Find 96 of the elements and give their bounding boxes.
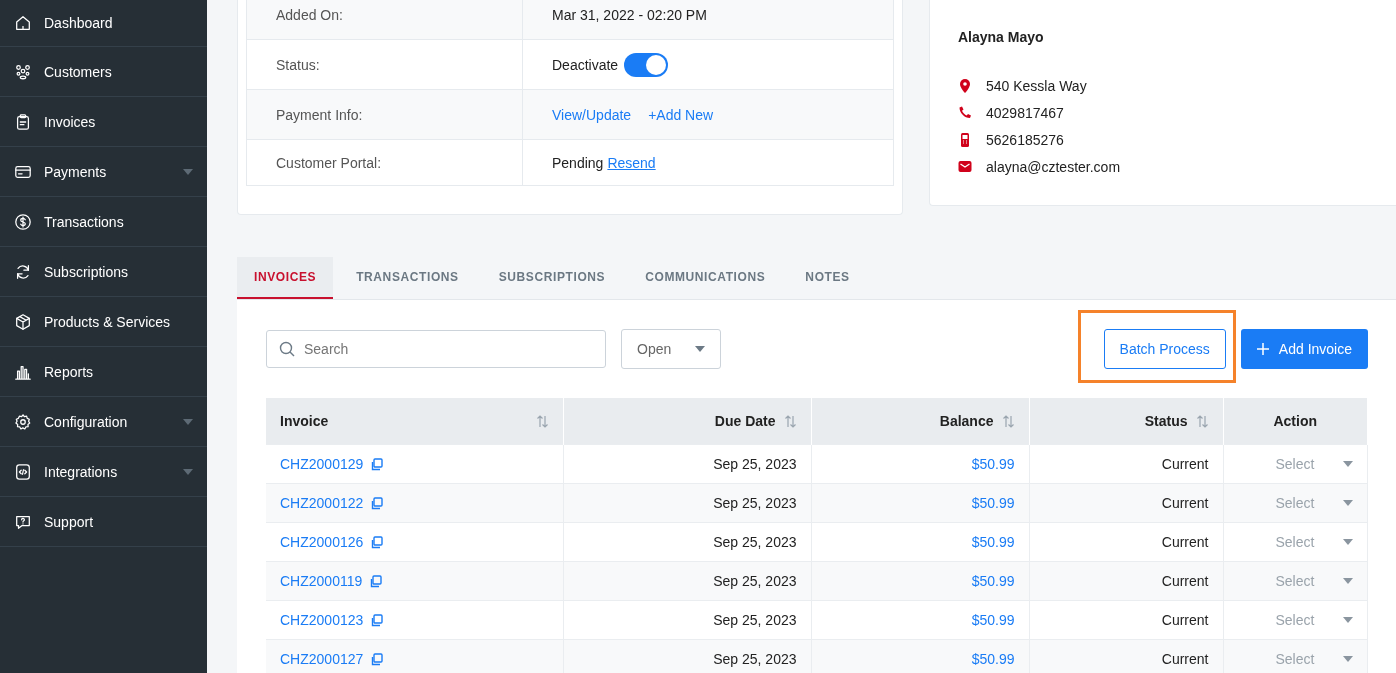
detail-label: Added On: (247, 0, 523, 39)
copy-icon[interactable] (370, 535, 384, 549)
tab[interactable]: INVOICES (237, 257, 334, 299)
sort-icon[interactable] (1001, 414, 1015, 428)
status-toggle[interactable] (624, 52, 669, 77)
gear-icon (14, 412, 32, 431)
caret-icon (1343, 617, 1353, 623)
home-icon (14, 14, 32, 32)
batch-process-button[interactable]: Batch Process (1103, 329, 1226, 369)
copy-icon[interactable] (369, 574, 383, 588)
due-date: Sep 25, 2023 (713, 612, 797, 628)
status-text: Current (1161, 495, 1209, 511)
add-invoice-button[interactable]: Add Invoice (1240, 329, 1368, 369)
sort-icon[interactable] (1195, 414, 1209, 428)
balance-amount: $50.99 (971, 534, 1015, 550)
search-field[interactable]: Search (266, 330, 606, 368)
sidebar-item[interactable]: Configuration (0, 397, 207, 447)
status-text: Current (1161, 612, 1209, 628)
column-label: Invoice (280, 413, 329, 429)
sidebar-item[interactable]: Subscriptions (0, 247, 207, 297)
detail-label: Status: (247, 40, 523, 89)
balance-amount: $50.99 (971, 612, 1015, 628)
detail-label: Customer Portal: (247, 140, 523, 185)
contact-detail: 4029817467 (986, 104, 1064, 121)
caret-icon (1343, 656, 1353, 662)
location-pin-icon (958, 78, 972, 93)
people-icon (14, 62, 32, 81)
tab[interactable]: TRANSACTIONS (339, 257, 476, 299)
refresh-icon (14, 262, 32, 281)
column-label: Action (1273, 413, 1318, 429)
sidebar-item[interactable]: Dashboard (0, 0, 207, 47)
contact-name: Alayna Mayo (958, 29, 1045, 45)
balance-amount: $50.99 (971, 573, 1015, 589)
tab[interactable]: NOTES (788, 257, 867, 299)
dollar-icon (14, 212, 32, 231)
caret-icon (1343, 578, 1353, 584)
sort-icon[interactable] (535, 414, 549, 428)
contact-detail: alayna@cztester.com (986, 158, 1121, 175)
sort-icon[interactable] (783, 414, 797, 428)
due-date: Sep 25, 2023 (713, 573, 797, 589)
contact-detail: 540 Kessla Way (986, 77, 1087, 94)
status-text: Current (1161, 456, 1209, 472)
due-date: Sep 25, 2023 (713, 495, 797, 511)
invoice-link[interactable]: CHZ2000129 (280, 456, 364, 472)
balance-amount: $50.99 (971, 495, 1015, 511)
payment-link[interactable]: +Add New (648, 106, 714, 123)
contact-detail: 5626185276 (986, 131, 1064, 148)
mobile-phone-icon (958, 132, 972, 147)
due-date: Sep 25, 2023 (713, 456, 797, 472)
due-date: Sep 25, 2023 (713, 534, 797, 550)
due-date: Sep 25, 2023 (713, 651, 797, 667)
column-label: Status (1144, 413, 1188, 429)
balance-amount: $50.99 (971, 456, 1015, 472)
resend-link[interactable]: Resend (607, 154, 656, 171)
status-text: Current (1161, 573, 1209, 589)
copy-icon[interactable] (370, 457, 384, 471)
box-icon (14, 312, 32, 331)
status-text: Current (1161, 534, 1209, 550)
detail-value: Deactivate (552, 56, 619, 73)
caret-icon (695, 346, 705, 352)
status-dropdown[interactable]: Open (621, 329, 721, 369)
sidebar-item[interactable]: Reports (0, 347, 207, 397)
sidebar-item[interactable]: Integrations (0, 447, 207, 497)
sidebar-item[interactable]: Invoices (0, 97, 207, 147)
copy-icon[interactable] (370, 496, 384, 510)
invoice-link[interactable]: CHZ2000123 (280, 612, 364, 628)
caret-icon (1343, 539, 1353, 545)
copy-icon[interactable] (370, 652, 384, 666)
invoice-link[interactable]: CHZ2000127 (280, 651, 364, 667)
tab[interactable]: COMMUNICATIONS (628, 257, 783, 299)
payment-link[interactable]: View/Update (552, 106, 632, 123)
column-label: Due Date (714, 413, 776, 429)
search-icon (279, 341, 295, 357)
phone-icon (958, 106, 972, 119)
status-text: Current (1161, 651, 1209, 667)
clipboard-icon (14, 112, 32, 131)
sidebar-item[interactable]: Products & Services (0, 297, 207, 347)
sidebar-item[interactable]: Payments (0, 147, 207, 197)
tab[interactable]: SUBSCRIPTIONS (481, 257, 623, 299)
envelope-icon (958, 161, 972, 172)
sidebar-item[interactable]: Customers (0, 47, 207, 97)
invoice-link[interactable]: CHZ2000126 (280, 534, 364, 550)
plus-icon (1256, 343, 1269, 355)
detail-label: Payment Info: (247, 90, 523, 139)
sidebar-item[interactable]: Support (0, 497, 207, 547)
caret-icon (1343, 461, 1353, 467)
invoice-link[interactable]: CHZ2000119 (280, 573, 363, 589)
invoice-link[interactable]: CHZ2000122 (280, 495, 364, 511)
caret-icon (1343, 500, 1353, 506)
copy-icon[interactable] (370, 613, 384, 627)
sidebar-item[interactable]: Transactions (0, 197, 207, 247)
balance-amount: $50.99 (971, 651, 1015, 667)
detail-value: Pending (552, 154, 604, 171)
column-label: Balance (939, 413, 994, 429)
code-file-icon (14, 462, 32, 481)
detail-value: Mar 31, 2022 - 02:20 PM (552, 6, 707, 23)
